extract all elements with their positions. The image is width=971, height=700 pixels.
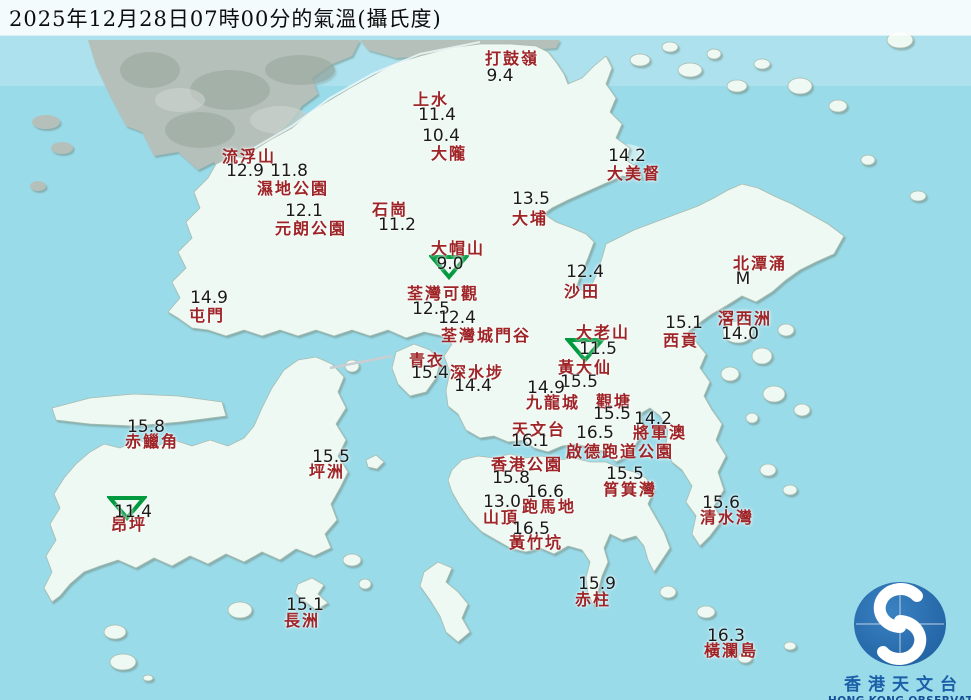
station-temperature-value: 15.4: [411, 363, 449, 383]
hko-logo-english-name: HONG KONG OBSERVATORY: [828, 695, 971, 700]
station-temperature-value: 11.8: [270, 161, 308, 181]
station-temperature-value: 9.0: [436, 254, 463, 274]
stations-layer: 打鼓嶺9.4上水11.4大隴10.4流浮山12.9濕地公園11.8元朗公園12.…: [0, 0, 971, 700]
hko-logo-chinese-name: 香港天文台: [828, 670, 971, 695]
station-temperature-value: 15.5: [312, 447, 350, 467]
station-temperature-value: 15.6: [702, 493, 740, 513]
station-temperature-value: 15.5: [560, 372, 598, 392]
station-temperature-value: 15.9: [578, 574, 616, 594]
station-temperature-value: 10.4: [422, 126, 460, 146]
station-temperature-value: 15.5: [606, 464, 644, 484]
station-temperature-value: 9.4: [486, 66, 513, 86]
hko-logo: 香港天文台 HONG KONG OBSERVATORY: [828, 572, 971, 700]
station-temperature-value: 13.5: [512, 189, 550, 209]
station-temperature-value: 16.5: [576, 423, 614, 443]
weather-map-screen: 2025年12月28日07時00分的氣溫(攝氏度) 打鼓嶺9.4上水11.4大隴…: [0, 0, 971, 700]
station-temperature-value: 16.5: [512, 519, 550, 539]
station-temperature-value: 14.2: [634, 409, 672, 429]
station-temperature-value: 13.0: [483, 492, 521, 512]
station-temperature-value: 15.5: [593, 404, 631, 424]
station-temperature-value: 12.4: [438, 308, 476, 328]
station-temperature-value: 16.3: [707, 626, 745, 646]
station-temperature-value: 14.9: [190, 288, 228, 308]
station-temperature-value: 11.2: [378, 215, 416, 235]
station-temperature-value: 15.1: [665, 313, 703, 333]
station-temperature-value: 15.8: [127, 417, 165, 437]
station-temperature-value: 12.1: [285, 201, 323, 221]
station-temperature-value: 15.8: [492, 468, 530, 488]
station-temperature-value: 11.5: [579, 339, 617, 359]
station-temperature-value: 15.1: [286, 595, 324, 615]
station-temperature-value: 14.9: [527, 378, 565, 398]
station-temperature-value: 16.1: [511, 431, 549, 451]
station-temperature-value: 16.6: [526, 482, 564, 502]
station-temperature-value: 11.4: [114, 502, 152, 522]
station-temperature-value: 12.9: [226, 161, 264, 181]
station-temperature-value: 12.4: [566, 262, 604, 282]
station-temperature-value: 14.4: [454, 376, 492, 396]
station-temperature-value: 11.4: [418, 105, 456, 125]
station-temperature-value: 14.2: [608, 146, 646, 166]
station-temperature-value: 14.0: [721, 324, 759, 344]
station-temperature-value: M: [736, 269, 751, 289]
